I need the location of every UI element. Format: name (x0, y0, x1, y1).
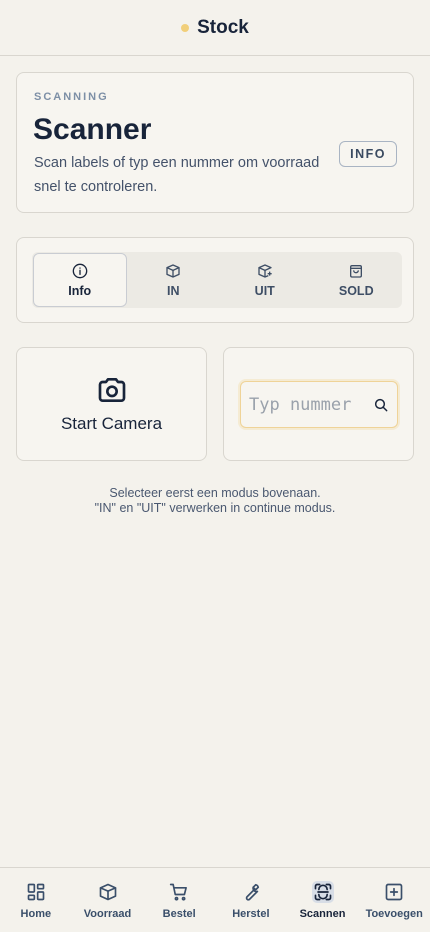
tab-info[interactable]: Info (33, 253, 127, 307)
nav-item-bestel[interactable]: Bestel (143, 868, 215, 932)
info-button[interactable]: INFO (339, 141, 397, 167)
mode-selector-card: Info IN UIT SOLD (16, 237, 414, 323)
tab-label: Info (68, 283, 92, 298)
box-in-icon (166, 263, 180, 278)
nav-item-toevoegen[interactable]: Toevoegen (358, 868, 430, 932)
status-dot (181, 23, 190, 32)
nav-label: Bestel (162, 908, 196, 920)
app-title: Stock (197, 16, 249, 38)
scanner-intro-card: SCANNING Scanner Scan labels of typ een … (16, 72, 414, 213)
hint-line-1: Selecteer eerst een modus bovenaan. (109, 486, 321, 500)
wrench-icon (245, 883, 259, 901)
tab-in[interactable]: IN (128, 252, 220, 308)
mode-hint: Selecteer eerst een modus bovenaan. "IN"… (0, 486, 430, 516)
hint-line-2: "IN" en "UIT" verwerken in continue modu… (94, 501, 336, 515)
nav-item-herstel[interactable]: Herstel (215, 868, 287, 932)
nav-item-voorraad[interactable]: Voorraad (72, 868, 144, 932)
cart-icon (170, 883, 188, 901)
scan-icon (314, 883, 331, 901)
start-camera-label: Start Camera (60, 414, 163, 433)
mode-tabs: Info IN UIT SOLD (32, 252, 402, 308)
number-input[interactable] (249, 392, 373, 418)
plus-square-icon (385, 883, 403, 901)
info-icon (72, 263, 88, 278)
grid-icon (27, 883, 45, 901)
nav-label: Scannen (299, 908, 346, 920)
box-icon (99, 883, 116, 901)
tab-label: UIT (254, 283, 275, 298)
bag-icon (350, 264, 363, 278)
nav-label: Voorraad (83, 908, 132, 920)
camera-icon (98, 378, 125, 402)
app-header: Stock (0, 0, 430, 56)
nav-label: Herstel (232, 908, 270, 920)
tab-label: SOLD (338, 283, 374, 298)
start-camera-button[interactable]: Start Camera (16, 347, 207, 461)
tab-label: IN (167, 283, 180, 298)
nav-item-home[interactable]: Home (0, 868, 72, 932)
page-description: Scan labels of typ een nummer om voorraa… (34, 155, 320, 195)
bottom-nav: Home Voorraad Bestel Herstel Scannen Toe… (0, 867, 430, 932)
manual-entry-card (223, 347, 414, 461)
page-title: Scanner (33, 113, 152, 146)
nav-item-scannen[interactable]: Scannen (287, 868, 359, 932)
tab-uit[interactable]: UIT (219, 252, 311, 308)
search-icon[interactable] (373, 397, 389, 413)
box-out-icon (258, 263, 272, 278)
section-eyebrow: SCANNING (34, 91, 109, 103)
tab-sold[interactable]: SOLD (311, 252, 403, 308)
nav-label: Home (20, 908, 52, 920)
number-input-wrapper (240, 381, 398, 428)
nav-label: Toevoegen (365, 908, 423, 920)
